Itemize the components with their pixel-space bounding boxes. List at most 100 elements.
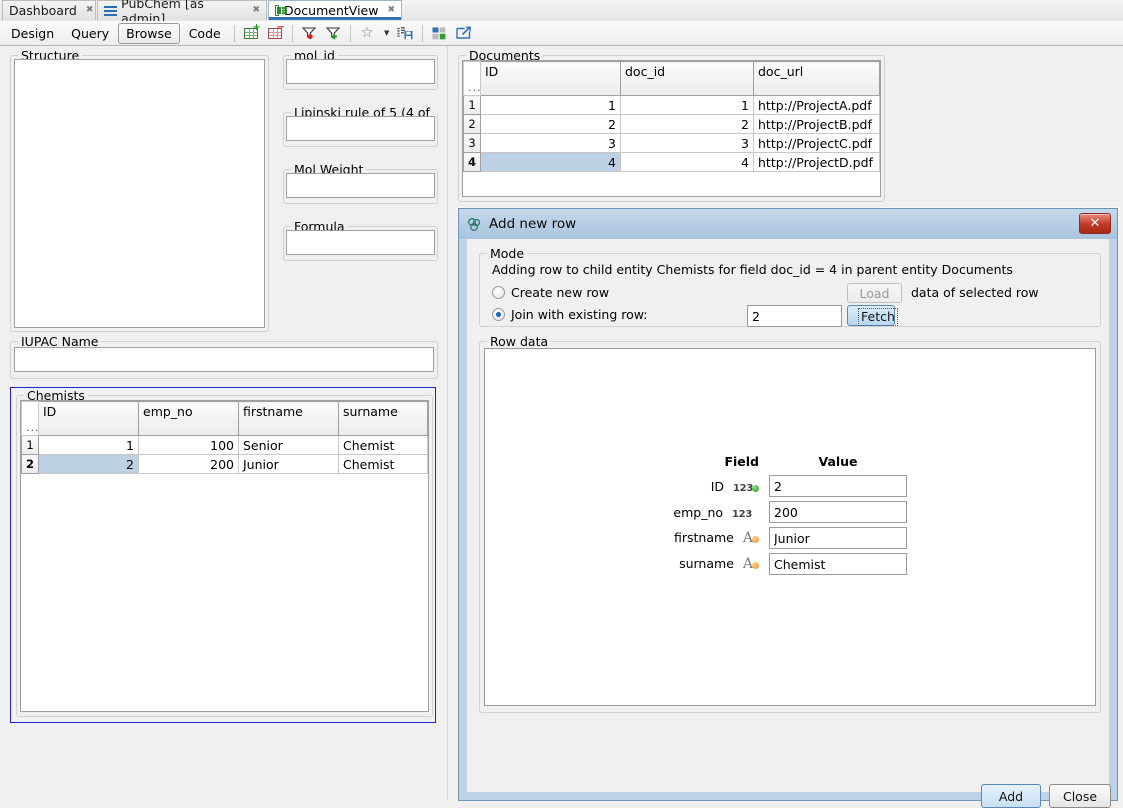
menu-design[interactable]: Design bbox=[3, 23, 62, 44]
mol-weight-input[interactable] bbox=[286, 173, 435, 198]
toolbar-separator bbox=[350, 25, 351, 42]
table-row[interactable]: 3 3 3 http://ProjectC.pdf bbox=[464, 134, 880, 153]
chemists-corner-cell[interactable]: ... bbox=[22, 402, 39, 436]
join-row-input[interactable] bbox=[747, 305, 842, 327]
dialog-titlebar[interactable]: Add new row ✕ bbox=[459, 209, 1117, 239]
column-header-id[interactable]: ID bbox=[39, 402, 139, 436]
filter-add-icon[interactable] bbox=[322, 23, 345, 44]
column-header-id[interactable]: ID bbox=[481, 62, 621, 96]
column-header-doc-url[interactable]: doc_url bbox=[754, 62, 880, 96]
field-value-table: Field Value ID 123 bbox=[673, 454, 907, 577]
create-new-row-radio[interactable] bbox=[492, 286, 505, 299]
cell-id[interactable]: 1 bbox=[39, 436, 139, 455]
column-header-doc-id[interactable]: doc_id bbox=[621, 62, 754, 96]
tab-dashboard[interactable]: Dashboard ✖ bbox=[2, 0, 96, 20]
mol-id-group: mol_id bbox=[283, 55, 438, 90]
chemists-table[interactable]: ... ID emp_no firstname surname 1 1 100 … bbox=[21, 401, 428, 474]
layout-icon[interactable] bbox=[428, 23, 451, 44]
molecule-icon bbox=[467, 217, 482, 232]
column-header-firstname[interactable]: firstname bbox=[239, 402, 339, 436]
integer-pk-icon: 123 bbox=[733, 483, 759, 494]
application-window: Dashboard ✖ PubChem [as admin] ✖ Documen… bbox=[0, 0, 1123, 801]
chemists-table-container[interactable]: ... ID emp_no firstname surname 1 1 100 … bbox=[20, 400, 429, 712]
chemists-group: Chemists ... ID emp_no firstname surname… bbox=[16, 395, 433, 717]
table-row[interactable]: 1 1 1 http://ProjectA.pdf bbox=[464, 96, 880, 115]
iupac-name-input[interactable] bbox=[14, 347, 434, 372]
cell-doc-id[interactable]: 2 bbox=[621, 115, 754, 134]
table-row[interactable]: 4 4 4 http://ProjectD.pdf bbox=[464, 153, 880, 172]
lipinski-group: Lipinski rule of 5 (4 of 4) bbox=[283, 112, 438, 147]
tab-bar: Dashboard ✖ PubChem [as admin] ✖ Documen… bbox=[0, 0, 1123, 22]
field-value-row: ID 123 bbox=[673, 473, 907, 499]
cell-emp-no[interactable]: 200 bbox=[139, 455, 239, 474]
structure-canvas[interactable] bbox=[14, 59, 265, 328]
favorites-star-icon[interactable]: ☆ bbox=[356, 23, 379, 44]
value-input-surname[interactable] bbox=[769, 553, 907, 575]
cell-firstname[interactable]: Junior bbox=[239, 455, 339, 474]
column-header-emp-no[interactable]: emp_no bbox=[139, 402, 239, 436]
cell-doc-id[interactable]: 1 bbox=[621, 96, 754, 115]
tab-documentview[interactable]: DocumentView ✖ bbox=[268, 0, 402, 20]
cell-surname[interactable]: Chemist bbox=[339, 455, 428, 474]
cell-doc-id[interactable]: 4 bbox=[621, 153, 754, 172]
row-number[interactable]: 4 bbox=[464, 153, 481, 172]
documents-table[interactable]: ... ID doc_id doc_url 1 1 1 http://Proje… bbox=[463, 61, 880, 172]
cell-id[interactable]: 2 bbox=[481, 115, 621, 134]
toolbar-separator bbox=[422, 25, 423, 42]
menu-query[interactable]: Query bbox=[63, 23, 117, 44]
menu-browse[interactable]: Browse bbox=[118, 23, 180, 44]
cell-doc-url[interactable]: http://ProjectC.pdf bbox=[754, 134, 880, 153]
row-number[interactable]: 2 bbox=[464, 115, 481, 134]
table-row[interactable]: 2 2 2 http://ProjectB.pdf bbox=[464, 115, 880, 134]
row-number[interactable]: 1 bbox=[22, 436, 39, 455]
cell-doc-url[interactable]: http://ProjectA.pdf bbox=[754, 96, 880, 115]
join-existing-row-radio[interactable] bbox=[492, 308, 505, 321]
cell-id[interactable]: 2 bbox=[39, 455, 139, 474]
column-header-surname[interactable]: surname bbox=[339, 402, 428, 436]
delete-row-icon[interactable]: − bbox=[264, 23, 287, 44]
row-number[interactable]: 1 bbox=[464, 96, 481, 115]
documents-table-container[interactable]: ... ID doc_id doc_url 1 1 1 http://Proje… bbox=[462, 60, 881, 197]
cell-id[interactable]: 1 bbox=[481, 96, 621, 115]
menu-code[interactable]: Code bbox=[181, 23, 229, 44]
create-new-row-option[interactable]: Create new row bbox=[492, 285, 609, 300]
load-button[interactable]: Load bbox=[847, 283, 902, 303]
save-list-icon[interactable] bbox=[394, 23, 417, 44]
dropdown-caret-icon[interactable]: ▼ bbox=[380, 23, 393, 44]
row-number[interactable]: 2 bbox=[22, 455, 39, 474]
cell-emp-no[interactable]: 100 bbox=[139, 436, 239, 455]
add-button[interactable]: Add bbox=[981, 784, 1041, 808]
filter-remove-icon[interactable] bbox=[298, 23, 321, 44]
cell-doc-id[interactable]: 3 bbox=[621, 134, 754, 153]
cell-doc-url[interactable]: http://ProjectB.pdf bbox=[754, 115, 880, 134]
document-view-icon bbox=[275, 5, 279, 16]
join-existing-row-option[interactable]: Join with existing row: bbox=[492, 307, 648, 322]
field-label-surname: surname bbox=[679, 556, 734, 571]
close-button[interactable]: Close bbox=[1049, 784, 1111, 808]
lipinski-input[interactable] bbox=[286, 116, 435, 141]
cell-surname[interactable]: Chemist bbox=[339, 436, 428, 455]
row-number[interactable]: 3 bbox=[464, 134, 481, 153]
cell-id[interactable]: 3 bbox=[481, 134, 621, 153]
fetch-button[interactable]: Fetch bbox=[847, 305, 895, 326]
close-icon[interactable]: ✕ bbox=[1079, 213, 1111, 234]
tab-pubchem[interactable]: PubChem [as admin] ✖ bbox=[97, 0, 267, 20]
cell-id[interactable]: 4 bbox=[481, 153, 621, 172]
value-input-id[interactable] bbox=[769, 475, 907, 497]
open-external-icon[interactable] bbox=[452, 23, 475, 44]
add-row-icon[interactable]: + bbox=[240, 23, 263, 44]
value-input-emp-no[interactable] bbox=[769, 501, 907, 523]
tab-close-icon[interactable]: ✖ bbox=[252, 6, 260, 15]
formula-input[interactable] bbox=[286, 230, 435, 255]
cell-firstname[interactable]: Senior bbox=[239, 436, 339, 455]
table-row[interactable]: 2 2 200 Junior Chemist bbox=[22, 455, 428, 474]
tab-close-icon[interactable]: ✖ bbox=[86, 6, 94, 15]
tab-close-icon[interactable]: ✖ bbox=[387, 6, 395, 15]
cell-doc-url[interactable]: http://ProjectD.pdf bbox=[754, 153, 880, 172]
documents-corner-cell[interactable]: ... bbox=[464, 62, 481, 96]
mol-id-input[interactable] bbox=[286, 59, 435, 84]
tab-label: Dashboard bbox=[9, 3, 77, 18]
value-input-firstname[interactable] bbox=[769, 527, 907, 549]
table-row[interactable]: 1 1 100 Senior Chemist bbox=[22, 436, 428, 455]
row-data-panel: Field Value ID 123 bbox=[484, 348, 1096, 706]
